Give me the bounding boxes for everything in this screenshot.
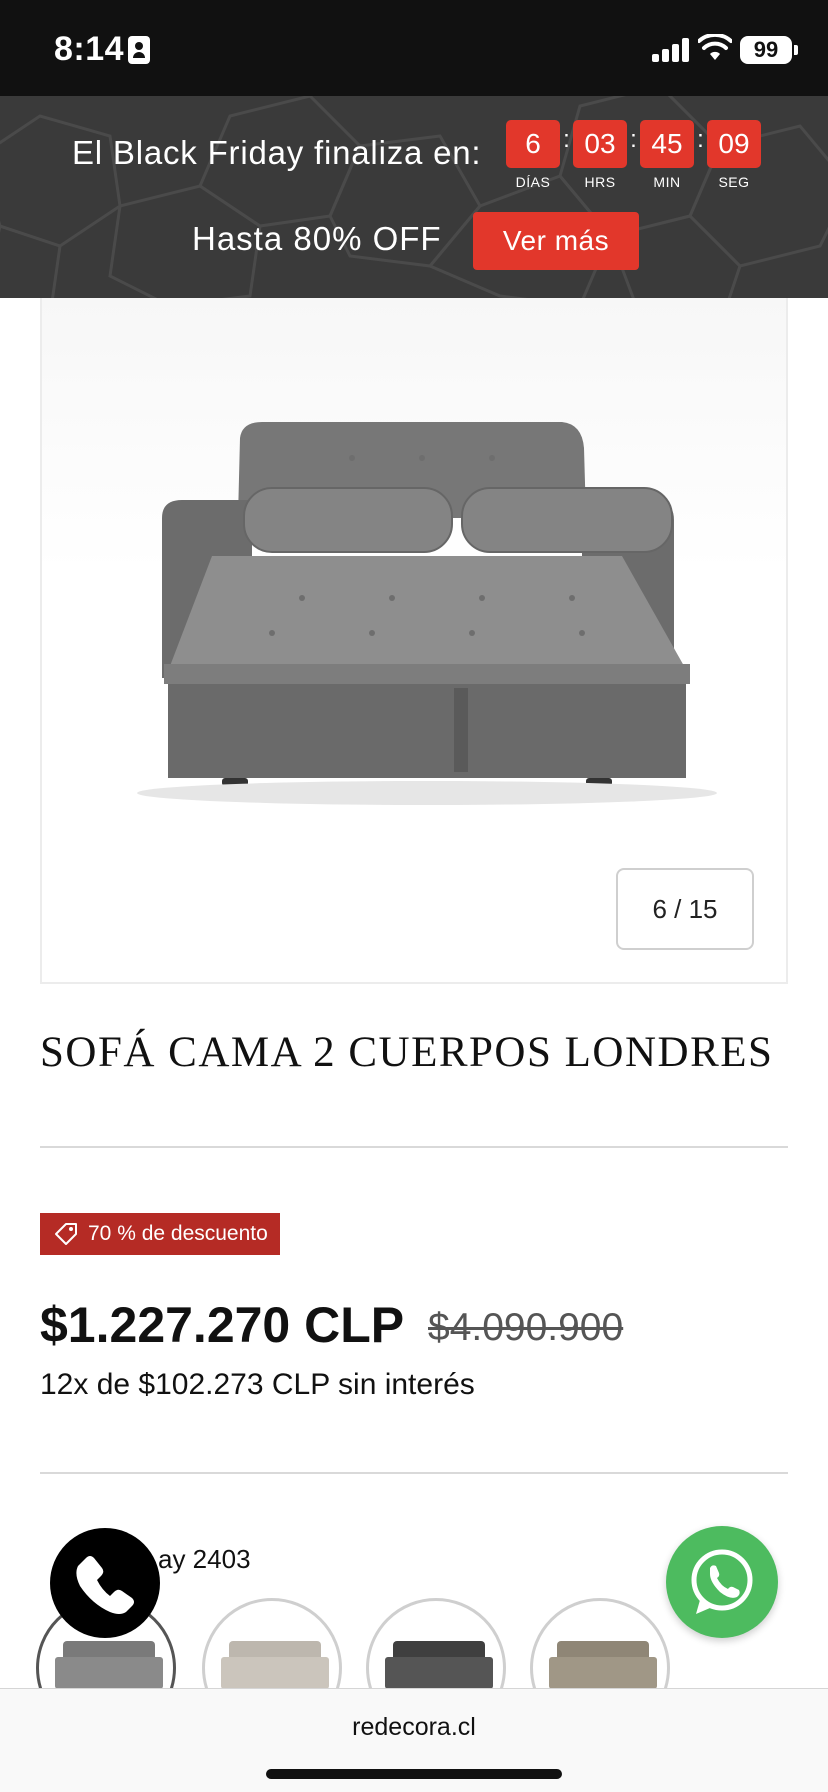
countdown-days: 6 DÍAS: [506, 120, 560, 190]
status-bar: 8:14 99: [0, 0, 828, 96]
url-text[interactable]: redecora.cl: [0, 1713, 828, 1742]
product-image-gallery[interactable]: 6 / 15: [40, 298, 788, 984]
swatch-taupe[interactable]: [530, 1598, 670, 1688]
status-time: 8:14: [54, 30, 125, 68]
ver-mas-button[interactable]: Ver más: [473, 212, 639, 270]
countdown-seconds: 09 SEG: [707, 120, 761, 190]
original-price: $4.090.900: [428, 1306, 624, 1349]
promo-subtitle: Hasta 80% OFF: [192, 220, 442, 257]
tag-icon: [55, 1223, 77, 1245]
call-button[interactable]: [50, 1528, 160, 1638]
swatch-beige[interactable]: [202, 1598, 342, 1688]
battery-icon: 99: [740, 36, 798, 64]
home-indicator[interactable]: [266, 1769, 562, 1779]
promo-title: El Black Friday finaliza en:: [72, 134, 482, 171]
countdown-hours: 03 HRS: [573, 120, 627, 190]
discount-badge: 70 % de descuento: [40, 1213, 280, 1255]
divider: [40, 1146, 788, 1148]
black-friday-banner: El Black Friday finaliza en: 6 DÍAS : 03…: [0, 96, 828, 298]
current-price: $1.227.270 CLP: [40, 1297, 405, 1353]
whatsapp-button[interactable]: [666, 1526, 778, 1638]
whatsapp-icon: [691, 1549, 753, 1614]
sofa-bed-image: [137, 422, 717, 805]
image-counter: 6 / 15: [616, 868, 754, 950]
id-card-icon: [128, 36, 150, 64]
browser-url-bar[interactable]: redecora.cl: [0, 1688, 828, 1792]
countdown-timer: 6 DÍAS : 03 HRS : 45 MIN : 09 SEG: [506, 120, 761, 190]
product-title: SOFÁ CAMA 2 CUERPOS LONDRES: [40, 1029, 774, 1076]
wifi-icon: [698, 34, 732, 60]
discount-text: 70 % de descuento: [88, 1222, 268, 1245]
signal-icon: [652, 38, 692, 62]
divider: [40, 1472, 788, 1474]
installments-text: 12x de $102.273 CLP sin interés: [40, 1368, 475, 1401]
swatch-charcoal[interactable]: [366, 1598, 506, 1688]
countdown-minutes: 45 MIN: [640, 120, 694, 190]
phone-icon: [76, 1556, 134, 1614]
